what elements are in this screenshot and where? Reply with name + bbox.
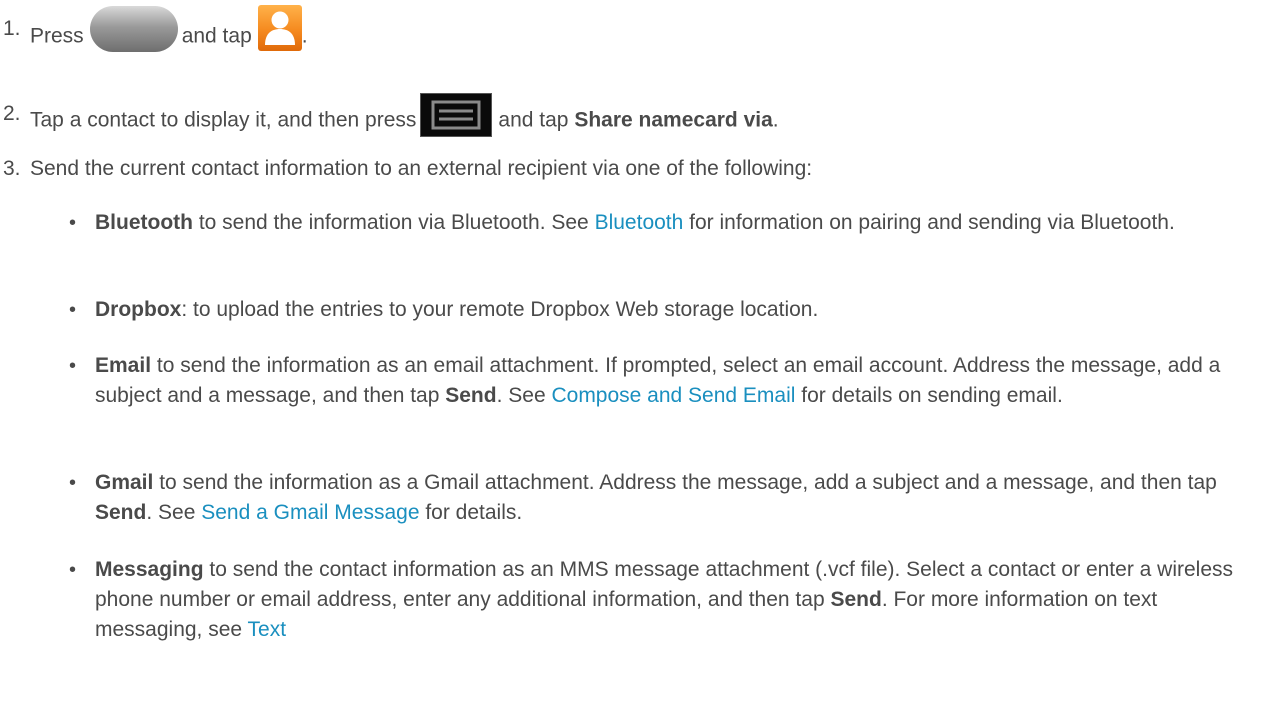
- option-name: Bluetooth: [95, 211, 193, 234]
- bullet-icon: •: [69, 355, 77, 377]
- list-item-gmail: • Gmail to send the information as a Gma…: [69, 468, 1255, 528]
- contacts-app-icon: [257, 5, 302, 51]
- send-label: Send: [95, 501, 147, 524]
- option-name: Messaging: [95, 558, 204, 581]
- bullet-icon: •: [69, 212, 77, 234]
- step-number: 3.: [3, 157, 21, 180]
- bullet-icon: •: [69, 472, 77, 494]
- menu-key-icon: [420, 93, 493, 137]
- home-key-icon: [89, 6, 178, 52]
- send-a-gmail-message-link[interactable]: Send a Gmail Message: [201, 501, 419, 524]
- bluetooth-link[interactable]: Bluetooth: [595, 211, 684, 234]
- list-item-email: • Email to send the information as an em…: [69, 351, 1255, 411]
- step-number: 2.: [3, 102, 21, 125]
- list-item-bluetooth: • Bluetooth to send the information via …: [69, 208, 1255, 238]
- step-number: 1.: [3, 17, 21, 40]
- list-item-messaging: • Messaging to send the contact informat…: [69, 555, 1255, 645]
- step-1-press: Press: [30, 24, 84, 48]
- step-1-and-tap: and tap: [181, 24, 252, 48]
- text-messaging-link[interactable]: Text: [248, 618, 287, 641]
- bullet-icon: •: [69, 559, 77, 581]
- step-text: Send the current contact information to …: [30, 157, 813, 180]
- option-name: Email: [95, 354, 152, 377]
- option-name: Gmail: [95, 471, 154, 494]
- bullet-icon: •: [69, 299, 77, 321]
- option-name: Dropbox: [95, 298, 182, 321]
- compose-and-send-email-link[interactable]: Compose and Send Email: [551, 384, 795, 407]
- step-2-end: .: [772, 108, 779, 132]
- step-text: Tap a contact to display it, and then pr…: [30, 93, 779, 143]
- send-label: Send: [445, 384, 497, 407]
- share-namecard-via-label: Share namecard via: [574, 108, 773, 132]
- send-label: Send: [830, 588, 882, 611]
- step-2-text: Tap a contact to display it, and then pr…: [30, 108, 417, 132]
- step-1-end: .: [301, 24, 308, 48]
- list-item-dropbox: • Dropbox: to upload the entries to your…: [69, 295, 1255, 325]
- step-text: Press and tap.: [30, 5, 308, 60]
- step-2-and-tap: and tap: [498, 108, 569, 132]
